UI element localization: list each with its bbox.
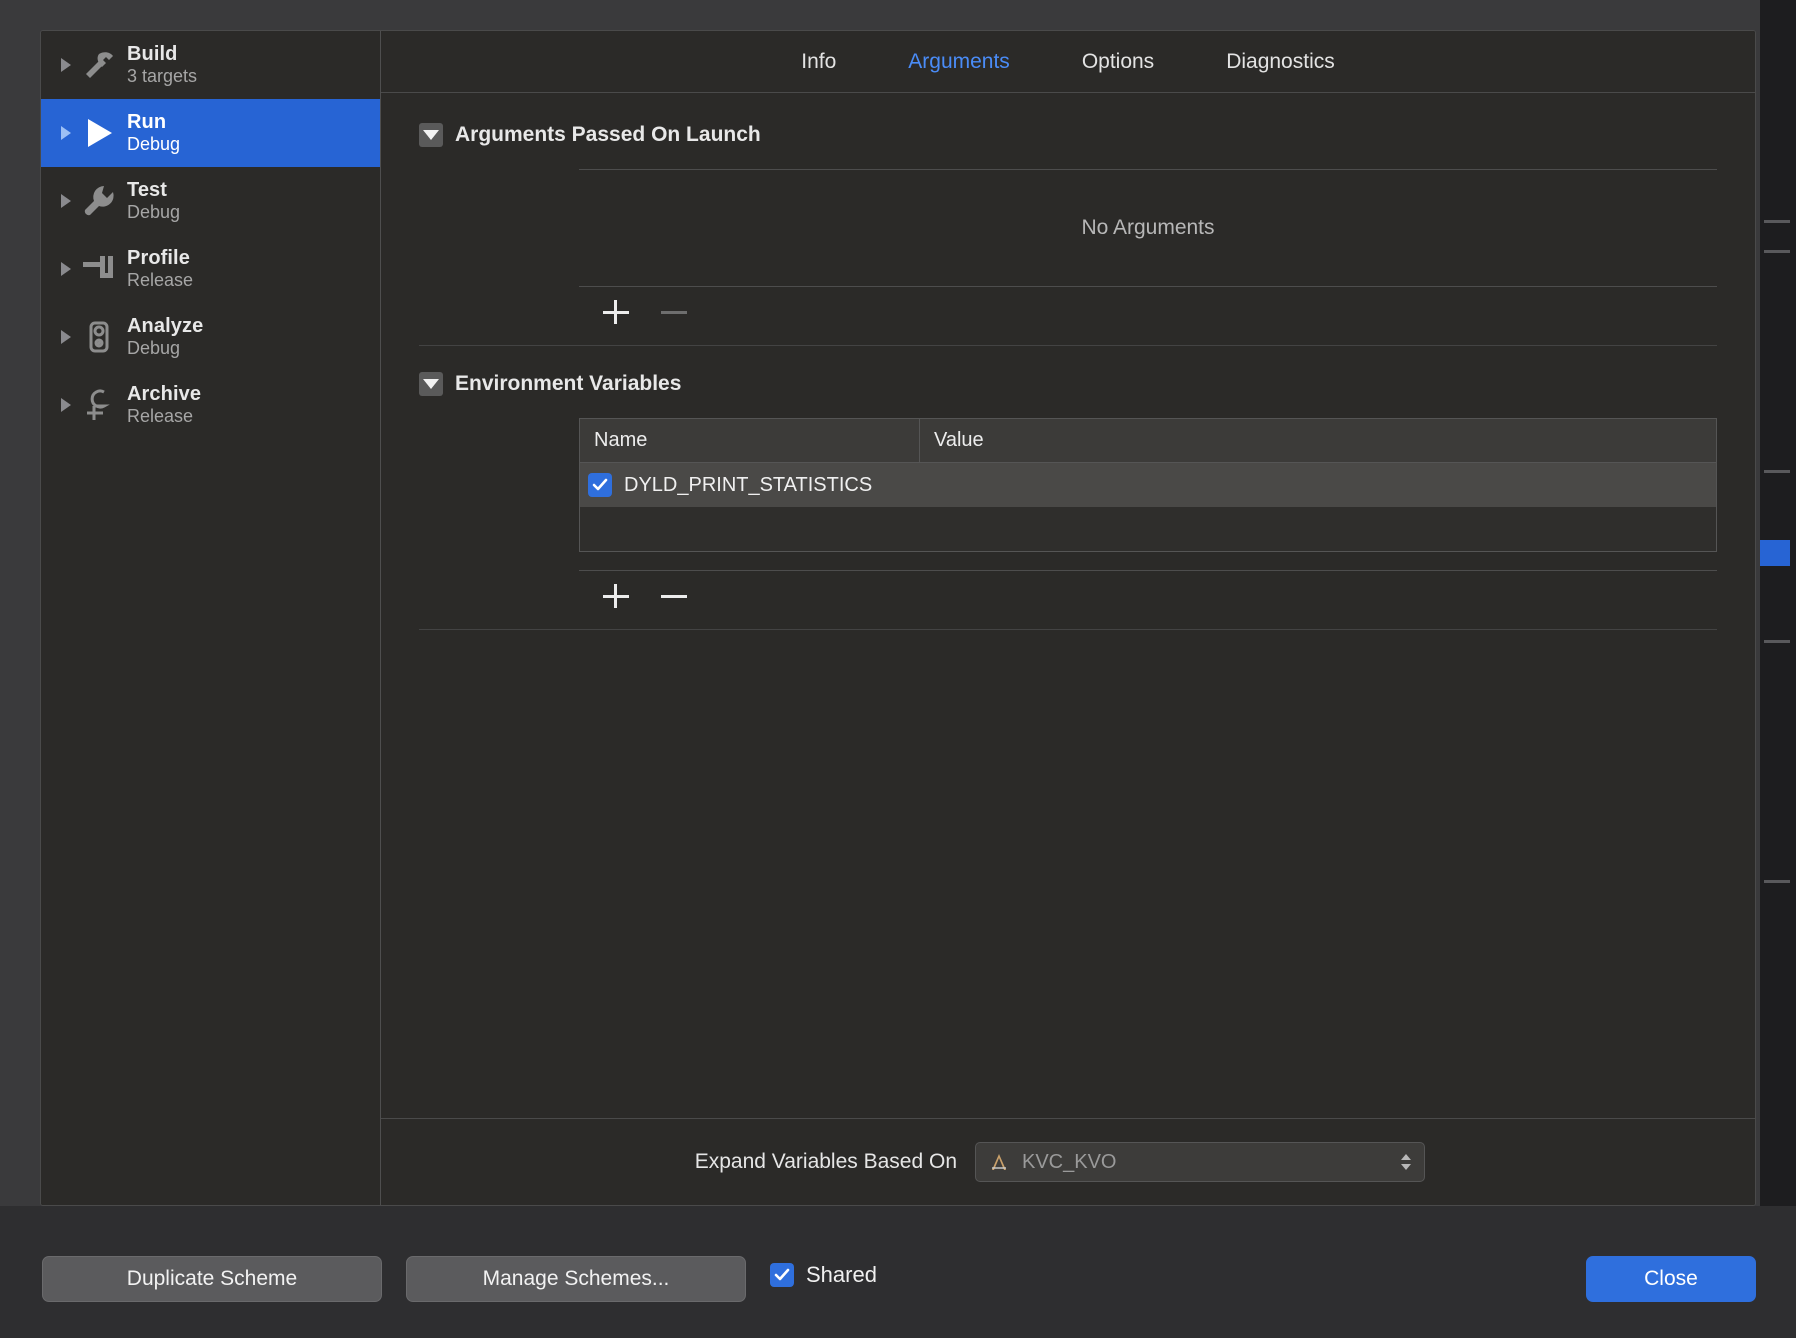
- expand-variables-bar: Expand Variables Based On KVC_KVO: [381, 1119, 1755, 1205]
- environment-list-controls: [579, 571, 1717, 613]
- cell-variable-name[interactable]: DYLD_PRINT_STATISTICS: [620, 474, 872, 497]
- disclosure-triangle-analyze[interactable]: [55, 330, 77, 344]
- arguments-list: No Arguments: [579, 169, 1717, 329]
- scheme-editor-window: Build 3 targets Run Debug Test Debug Pro…: [0, 0, 1796, 1338]
- shared-label: Shared: [806, 1262, 877, 1287]
- arguments-section-header[interactable]: Arguments Passed On Launch: [419, 123, 1717, 147]
- sidebar-item-title: Profile: [127, 246, 190, 269]
- sidebar-item-build[interactable]: Build 3 targets: [41, 31, 380, 99]
- sidebar-item-analyze[interactable]: Analyze Debug: [41, 303, 380, 371]
- clamp-icon: [77, 383, 121, 427]
- table-empty-space: [580, 507, 1716, 551]
- environment-variables-table: Name Value DYLD_PRINT_STATISTICS: [579, 418, 1717, 552]
- tab-diagnostics[interactable]: Diagnostics: [1226, 50, 1335, 74]
- disclosure-triangle-run[interactable]: [55, 126, 77, 140]
- magnifier-icon: [77, 315, 121, 359]
- remove-argument-button: [659, 297, 689, 327]
- manage-schemes-button[interactable]: Manage Schemes...: [406, 1256, 746, 1302]
- disclosure-triangle-test[interactable]: [55, 194, 77, 208]
- sidebar-item-title: Archive: [127, 382, 202, 405]
- disclosure-triangle-icon[interactable]: [419, 123, 443, 147]
- close-button[interactable]: Close: [1586, 1256, 1756, 1302]
- section-title: Environment Variables: [455, 372, 682, 395]
- sidebar-item-test[interactable]: Test Debug: [41, 167, 380, 235]
- expand-variables-popup[interactable]: KVC_KVO: [975, 1142, 1425, 1182]
- chevron-up-down-icon[interactable]: [1398, 1151, 1414, 1173]
- table-row[interactable]: DYLD_PRINT_STATISTICS: [580, 463, 1716, 507]
- sidebar-item-profile[interactable]: Profile Release: [41, 235, 380, 303]
- xcode-project-icon: [986, 1149, 1012, 1175]
- duplicate-scheme-button[interactable]: Duplicate Scheme: [42, 1256, 382, 1302]
- sidebar-item-subtitle: Debug: [127, 134, 181, 155]
- environment-section-header[interactable]: Environment Variables: [419, 372, 1717, 396]
- scheme-detail-panel: Info Arguments Options Diagnostics Argum…: [381, 31, 1755, 1205]
- arguments-pane: Arguments Passed On Launch No Arguments: [381, 93, 1755, 1119]
- sidebar-item-subtitle: Debug: [127, 202, 181, 223]
- expand-variables-label: Expand Variables Based On: [694, 1150, 957, 1173]
- remove-environment-variable-button[interactable]: [659, 581, 689, 611]
- sidebar-item-title: Test: [127, 178, 168, 201]
- disclosure-triangle-build[interactable]: [55, 58, 77, 72]
- table-header-row: Name Value: [580, 419, 1716, 463]
- tab-options[interactable]: Options: [1082, 50, 1154, 74]
- no-arguments-message: No Arguments: [1081, 216, 1215, 239]
- row-enabled-cell[interactable]: [580, 473, 620, 497]
- checkbox-icon[interactable]: [588, 473, 612, 497]
- disclosure-triangle-icon[interactable]: [419, 372, 443, 396]
- sidebar-item-subtitle: 3 targets: [127, 66, 198, 87]
- arguments-passed-on-launch-section: Arguments Passed On Launch No Arguments: [419, 123, 1717, 346]
- sidebar-item-run[interactable]: Run Debug: [41, 99, 380, 167]
- column-header-value: Value: [934, 429, 984, 451]
- sidebar-item-title: Analyze: [127, 314, 204, 337]
- scheme-action-list: Build 3 targets Run Debug Test Debug Pro…: [41, 31, 381, 1205]
- sidebar-item-title: Build: [127, 42, 178, 65]
- shared-checkbox-group[interactable]: Shared: [770, 1262, 877, 1288]
- hammer-icon: [77, 43, 121, 87]
- column-header-name: Name: [580, 419, 920, 462]
- tab-arguments[interactable]: Arguments: [908, 50, 1010, 74]
- tab-bar: Info Arguments Options Diagnostics: [381, 31, 1755, 93]
- disclosure-triangle-profile[interactable]: [55, 262, 77, 276]
- sidebar-item-subtitle: Release: [127, 270, 194, 291]
- sidebar-item-archive[interactable]: Archive Release: [41, 371, 380, 439]
- add-argument-button[interactable]: [601, 297, 631, 327]
- tab-info[interactable]: Info: [801, 50, 836, 74]
- expand-variables-value: KVC_KVO: [1022, 1150, 1117, 1173]
- sidebar-item-subtitle: Release: [127, 406, 194, 427]
- checkbox-icon[interactable]: [770, 1263, 794, 1287]
- sidebar-item-title: Run: [127, 110, 167, 133]
- wrench-icon: [77, 179, 121, 223]
- arguments-list-controls: [579, 287, 1717, 329]
- disclosure-triangle-archive[interactable]: [55, 398, 77, 412]
- section-title: Arguments Passed On Launch: [455, 123, 761, 146]
- caliper-icon: [77, 247, 121, 291]
- play-icon: [77, 111, 121, 155]
- environment-variables-section: Environment Variables Name Value DYLD_PR…: [419, 372, 1717, 630]
- sidebar-item-subtitle: Debug: [127, 338, 181, 359]
- scheme-sheet: Build 3 targets Run Debug Test Debug Pro…: [40, 30, 1756, 1206]
- background-window-edge: [1760, 0, 1796, 1338]
- add-environment-variable-button[interactable]: [601, 581, 631, 611]
